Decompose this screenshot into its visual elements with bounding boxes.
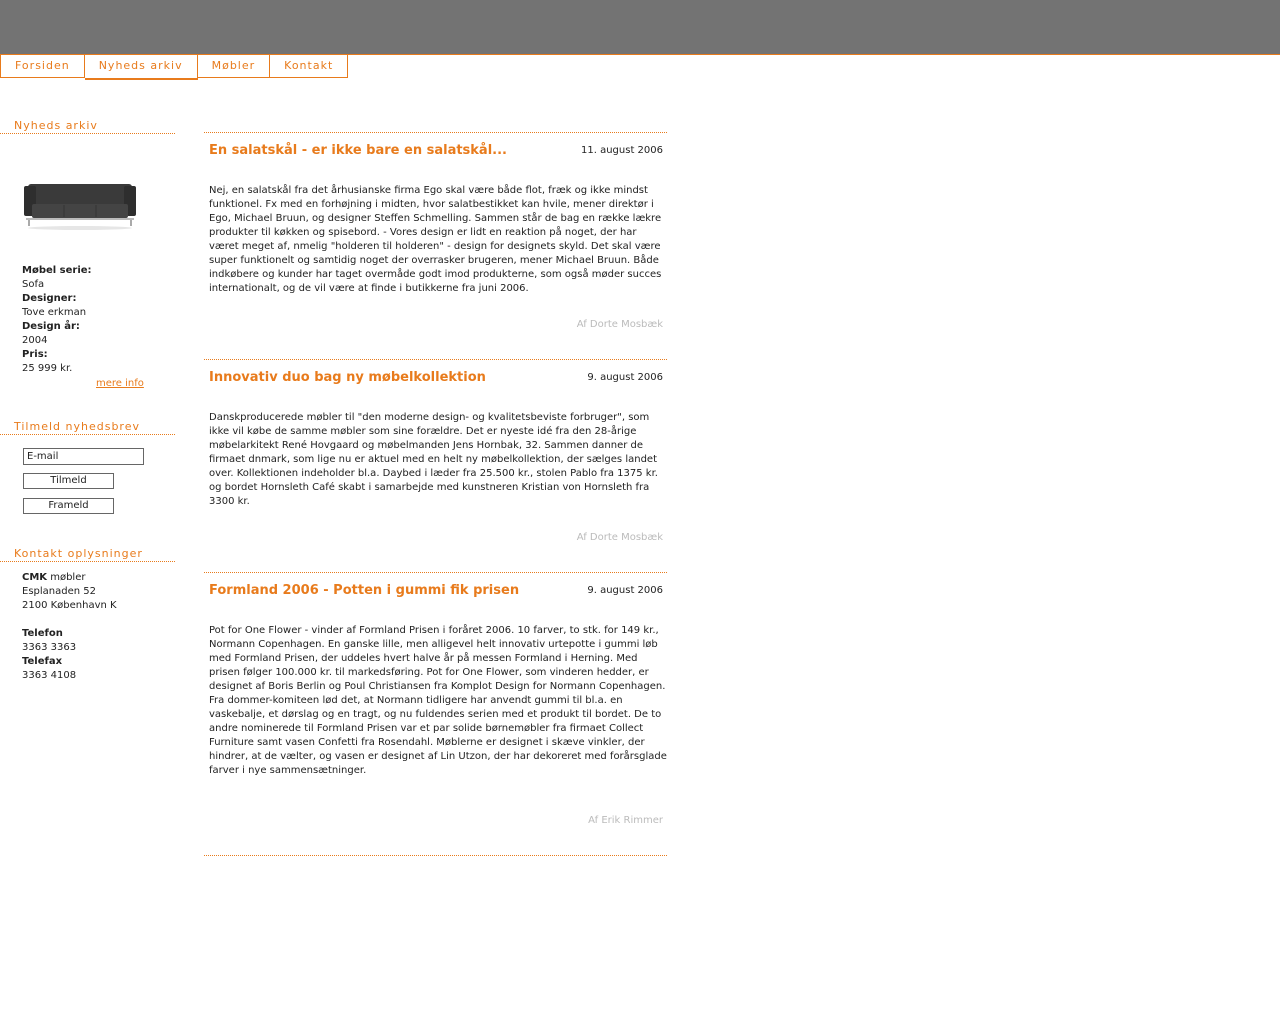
contact-info: CMK møbler Esplanaden 52 2100 København … <box>22 571 117 683</box>
city: 2100 København K <box>22 600 117 611</box>
newsletter-heading: Tilmeld nyhedsbrev <box>0 421 175 435</box>
more-info-link[interactable]: mere info <box>96 378 144 389</box>
article-author: Af Erik Rimmer <box>588 815 663 826</box>
company-name-rest: møbler <box>47 572 86 583</box>
email-field[interactable] <box>23 448 144 465</box>
series-value: Sofa <box>22 279 45 290</box>
divider <box>204 132 667 133</box>
tab-kontakt[interactable]: Kontakt <box>270 55 349 78</box>
phone-value: 3363 3363 <box>22 642 77 653</box>
article-title[interactable]: Innovativ duo bag ny møbelkollektion <box>209 370 486 385</box>
divider <box>204 359 667 360</box>
article-body: Danskproducerede møbler til "den moderne… <box>209 412 658 507</box>
divider <box>204 855 667 856</box>
price-value: 25 999 kr. <box>22 363 73 374</box>
main-nav: Forsiden Nyheds arkiv Møbler Kontakt <box>0 55 349 80</box>
sofa-image <box>24 184 136 230</box>
phone-label: Telefon <box>22 628 63 639</box>
year-value: 2004 <box>22 335 48 346</box>
article-body: Pot for One Flower - vinder af Formland … <box>209 625 667 776</box>
article-title[interactable]: Formland 2006 - Potten i gummi fik prise… <box>209 583 519 598</box>
contact-heading: Kontakt oplysninger <box>0 548 175 562</box>
tab-mobler[interactable]: Møbler <box>197 55 271 78</box>
unsubscribe-button[interactable]: Frameld <box>23 498 114 514</box>
article-title[interactable]: En salatskål - er ikke bare en salatskål… <box>209 143 507 158</box>
series-label: Møbel serie: <box>22 265 92 276</box>
designer-label: Designer: <box>22 293 77 304</box>
article-body: Nej, en salatskål fra det århusianske fi… <box>209 185 662 294</box>
header-banner <box>0 0 1280 55</box>
tab-forsiden[interactable]: Forsiden <box>0 55 85 78</box>
article-date: 9. august 2006 <box>587 372 663 383</box>
subscribe-button[interactable]: Tilmeld <box>23 473 114 489</box>
article-author: Af Dorte Mosbæk <box>576 319 663 330</box>
fax-value: 3363 4108 <box>22 670 77 681</box>
price-label: Pris: <box>22 349 48 360</box>
archive-heading: Nyheds arkiv <box>0 120 175 134</box>
year-label: Design år: <box>22 321 80 332</box>
fax-label: Telefax <box>22 656 63 667</box>
article-author: Af Dorte Mosbæk <box>576 532 663 543</box>
divider <box>204 572 667 573</box>
product-info: Møbel serie: Sofa Designer: Tove erkman … <box>22 264 92 376</box>
article-date: 11. august 2006 <box>581 145 663 156</box>
street: Esplanaden 52 <box>22 586 96 597</box>
designer-value: Tove erkman <box>22 307 87 318</box>
company-name-bold: CMK <box>22 572 48 583</box>
article-date: 9. august 2006 <box>587 585 663 596</box>
tab-nyheds-arkiv[interactable]: Nyheds arkiv <box>84 55 198 80</box>
